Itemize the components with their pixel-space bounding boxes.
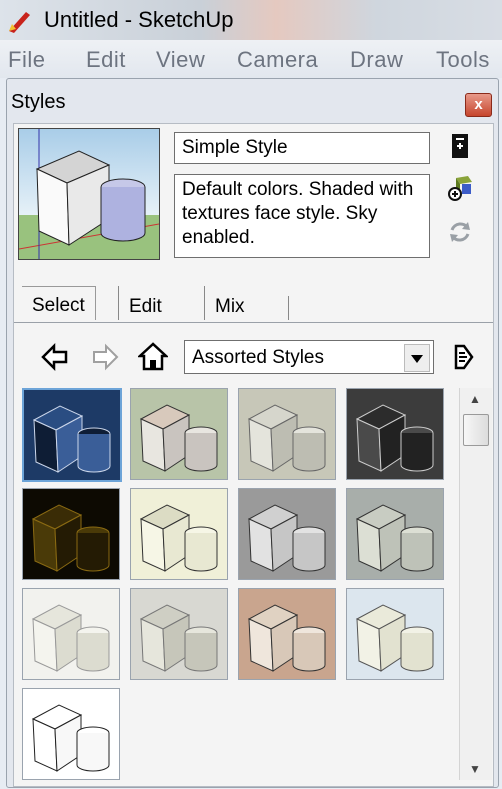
style-swatch-preview bbox=[131, 389, 227, 479]
tab-divider-line bbox=[14, 322, 493, 323]
style-thumbnail bbox=[18, 128, 160, 260]
menu-draw[interactable]: Draw bbox=[350, 47, 403, 73]
panel-title: Styles bbox=[11, 91, 66, 113]
menu-file[interactable]: File bbox=[8, 47, 45, 73]
tab-mix[interactable]: Mix bbox=[204, 286, 255, 320]
scrollbar-thumb[interactable] bbox=[463, 414, 489, 446]
style-swatch-preview bbox=[23, 589, 119, 679]
style-swatch[interactable] bbox=[238, 588, 336, 680]
style-swatch-preview bbox=[131, 489, 227, 579]
style-tabs: Select Edit Mix bbox=[22, 282, 492, 322]
style-swatch-preview bbox=[347, 389, 443, 479]
back-arrow-icon[interactable] bbox=[40, 342, 70, 372]
style-swatch[interactable] bbox=[22, 588, 120, 680]
tab-divider bbox=[288, 296, 289, 320]
scroll-down-arrow-icon[interactable]: ▼ bbox=[469, 762, 481, 776]
style-swatch-preview bbox=[347, 589, 443, 679]
style-swatch[interactable] bbox=[346, 488, 444, 580]
style-swatch[interactable] bbox=[238, 488, 336, 580]
styles-panel: Styles x Simple Style Default colors. Sh… bbox=[6, 78, 499, 788]
style-swatch-preview bbox=[239, 389, 335, 479]
style-grid bbox=[22, 388, 456, 780]
style-swatch-preview bbox=[347, 489, 443, 579]
tab-select[interactable]: Select bbox=[22, 286, 96, 320]
style-swatch[interactable] bbox=[130, 488, 228, 580]
style-swatch-preview bbox=[24, 390, 120, 480]
style-name-field[interactable]: Simple Style bbox=[174, 132, 430, 164]
panel-body: Simple Style Default colors. Shaded with… bbox=[13, 123, 494, 787]
style-description-field[interactable]: Default colors. Shaded with textures fac… bbox=[174, 174, 430, 258]
style-swatch[interactable] bbox=[22, 688, 120, 780]
style-swatch-preview bbox=[239, 489, 335, 579]
close-button[interactable]: x bbox=[465, 93, 492, 117]
tab-edit[interactable]: Edit bbox=[118, 286, 172, 320]
menu-camera[interactable]: Camera bbox=[237, 47, 318, 73]
style-swatch[interactable] bbox=[22, 488, 120, 580]
home-icon[interactable] bbox=[138, 342, 168, 372]
style-swatch[interactable] bbox=[130, 388, 228, 480]
details-arrow-icon[interactable] bbox=[450, 342, 476, 372]
create-new-style-icon[interactable] bbox=[446, 132, 474, 160]
style-swatch-preview bbox=[131, 589, 227, 679]
style-swatch-preview bbox=[23, 489, 119, 579]
style-swatch-preview bbox=[23, 689, 119, 779]
forward-arrow-icon[interactable] bbox=[90, 342, 120, 372]
style-swatch[interactable] bbox=[346, 388, 444, 480]
menu-bar: File Edit View Camera Draw Tools bbox=[0, 40, 502, 78]
collection-nav: Assorted Styles bbox=[14, 336, 493, 380]
update-style-icon[interactable] bbox=[446, 174, 474, 202]
title-bar: Untitled - SketchUp bbox=[0, 0, 502, 40]
style-swatch[interactable] bbox=[346, 588, 444, 680]
menu-tools[interactable]: Tools bbox=[436, 47, 490, 73]
style-swatch-preview bbox=[239, 589, 335, 679]
grid-scrollbar[interactable]: ▲ ▼ bbox=[459, 388, 492, 780]
menu-edit[interactable]: Edit bbox=[86, 47, 126, 73]
style-thumbnail-preview bbox=[19, 129, 159, 259]
collection-dropdown-value: Assorted Styles bbox=[192, 347, 324, 368]
chevron-down-icon[interactable] bbox=[404, 344, 430, 372]
menu-view[interactable]: View bbox=[156, 47, 205, 73]
style-swatch[interactable] bbox=[130, 588, 228, 680]
window-title: Untitled - SketchUp bbox=[44, 7, 234, 32]
sketchup-logo-icon bbox=[9, 12, 30, 33]
refresh-icon[interactable] bbox=[446, 218, 474, 246]
style-swatch[interactable] bbox=[238, 388, 336, 480]
scroll-up-arrow-icon[interactable]: ▲ bbox=[469, 392, 481, 406]
collection-dropdown[interactable]: Assorted Styles bbox=[184, 340, 434, 374]
style-swatch[interactable] bbox=[22, 388, 122, 482]
